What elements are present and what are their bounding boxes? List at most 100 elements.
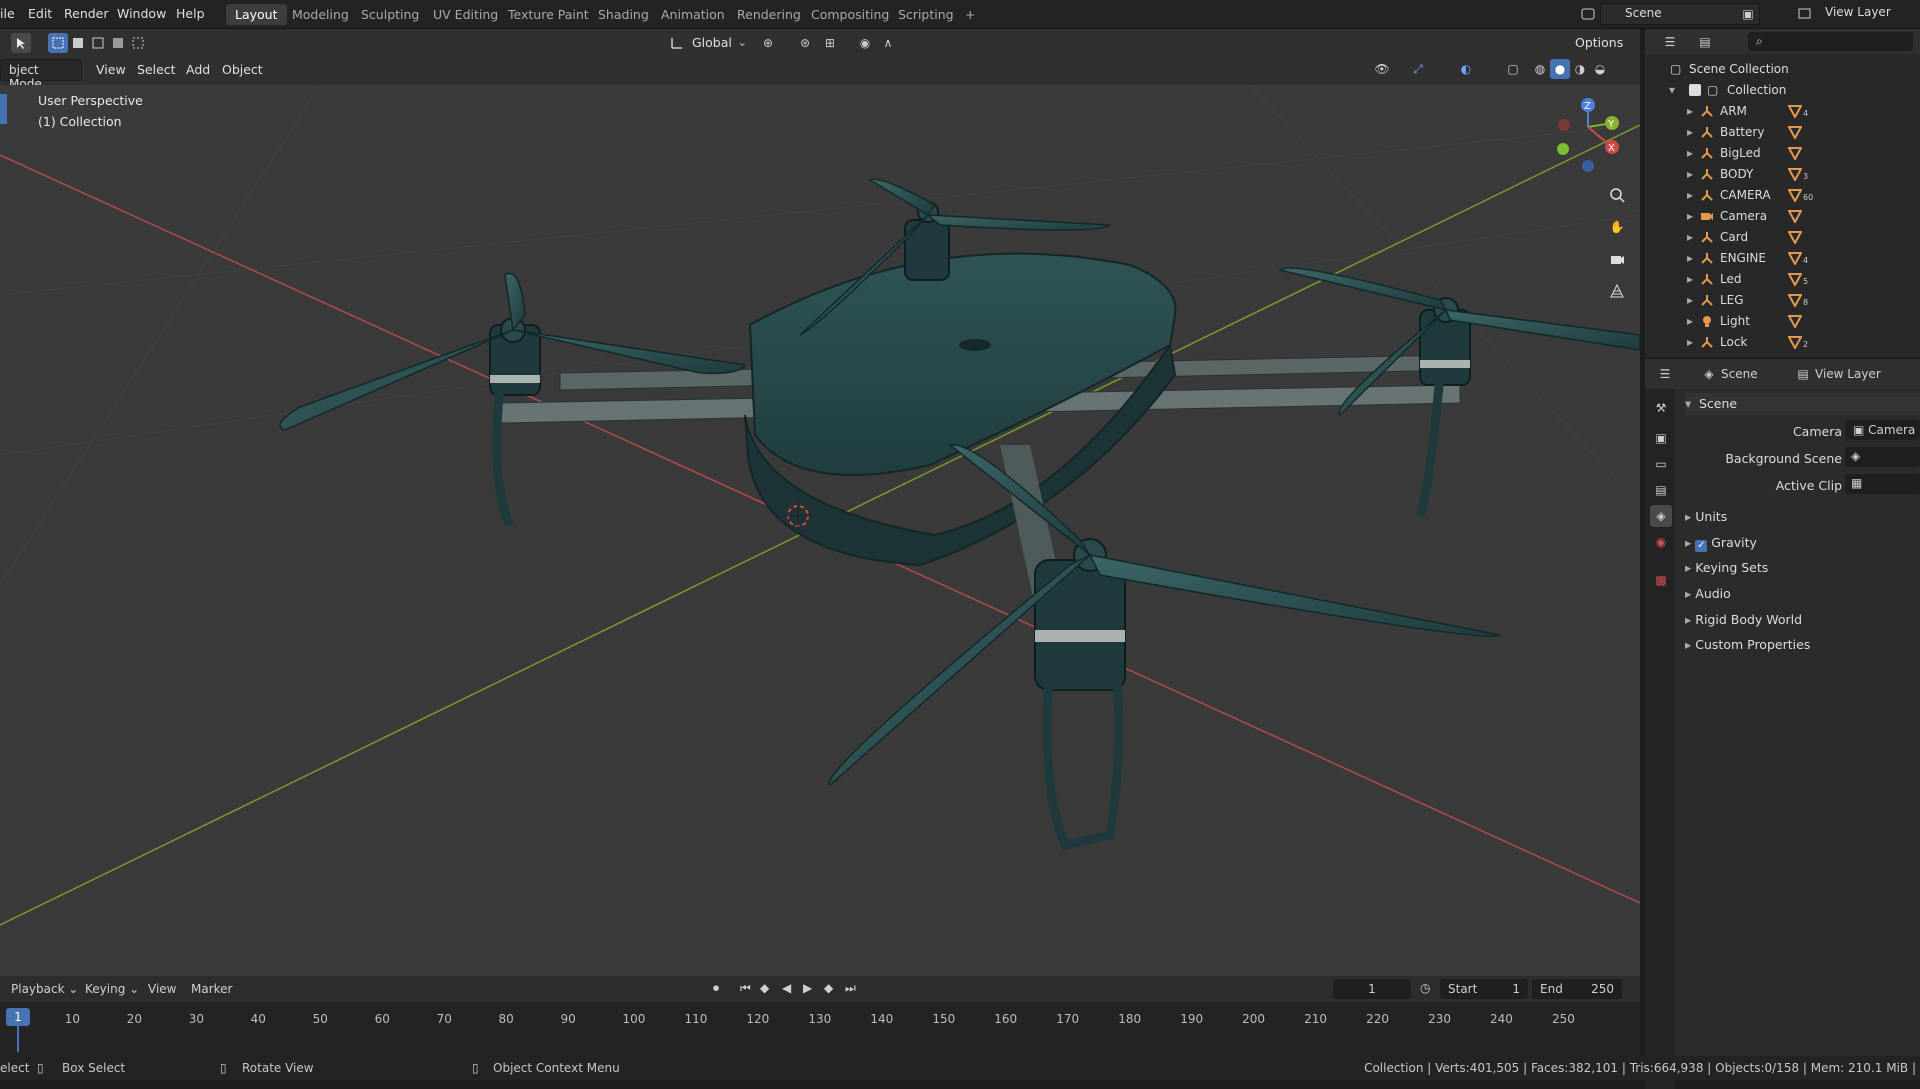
keying-sets-panel[interactable]: ▸ Keying Sets <box>1685 560 1768 575</box>
pan-hand-icon[interactable]: ✋ <box>1607 217 1627 237</box>
jump-end-icon[interactable]: ⏭ <box>845 981 856 996</box>
active-clip-field[interactable]: ▦ <box>1845 474 1920 494</box>
expand-icon[interactable]: ▸ <box>1687 293 1693 307</box>
editor-type-icon[interactable]: ☰ <box>1655 364 1675 384</box>
select-new-icon[interactable] <box>48 33 68 53</box>
jump-start-icon[interactable]: ⏮ <box>740 981 751 996</box>
pivot-point-icon[interactable]: ⊕ <box>758 33 778 53</box>
collection-row[interactable]: ▾ ▢ Collection <box>1645 80 1920 101</box>
mesh-data-icon[interactable] <box>1787 293 1803 310</box>
select-intersect-icon[interactable] <box>128 33 148 53</box>
output-tab-icon[interactable]: ▭ <box>1650 453 1672 475</box>
visibility-icon[interactable]: 👁 <box>1372 59 1392 79</box>
expand-icon[interactable]: ▸ <box>1687 335 1693 349</box>
outliner-item-lock[interactable]: ▸ Lock 2 <box>1645 332 1920 353</box>
outliner-item-arm[interactable]: ▸ ARM 4 <box>1645 101 1920 122</box>
add-workspace-button[interactable]: + <box>956 4 984 25</box>
playhead-frame[interactable]: 1 <box>6 1008 30 1026</box>
tab-texture-paint[interactable]: Texture Paint <box>499 4 598 25</box>
rendered-shading-icon[interactable]: ◒ <box>1590 59 1610 79</box>
render-tab-icon[interactable]: ▣ <box>1650 427 1672 449</box>
mesh-data-icon[interactable] <box>1787 314 1803 331</box>
outliner[interactable]: ☰ ▤ ⌕ ▢ Scene Collection ▾ ▢ Collection … <box>1645 29 1920 357</box>
tab-rendering[interactable]: Rendering <box>728 4 810 25</box>
tab-modeling[interactable]: Modeling <box>283 4 358 25</box>
outliner-item-body[interactable]: ▸ BODY 3 <box>1645 164 1920 185</box>
timeline-view-menu[interactable]: View <box>148 982 176 996</box>
menu-render[interactable]: Render <box>64 6 109 21</box>
menu-view[interactable]: View <box>96 62 126 77</box>
outliner-item-camera[interactable]: ▸ CAMERA 60 <box>1645 185 1920 206</box>
menu-help[interactable]: Help <box>176 6 205 21</box>
expand-icon[interactable]: ▸ <box>1687 188 1693 202</box>
tab-uv-editing[interactable]: UV Editing <box>424 4 507 25</box>
timeline-track[interactable] <box>0 1002 1640 1056</box>
snap-icon[interactable]: ⊛ <box>795 33 815 53</box>
transform-orientation-dropdown[interactable]: Global <box>692 35 732 50</box>
select-extend-icon[interactable] <box>68 33 88 53</box>
expand-icon[interactable]: ▸ <box>1687 209 1693 223</box>
expand-icon[interactable]: ▸ <box>1687 125 1693 139</box>
options-dropdown[interactable]: Options <box>1575 35 1623 50</box>
expand-icon[interactable]: ▸ <box>1687 230 1693 244</box>
outliner-item-battery[interactable]: ▸ Battery <box>1645 122 1920 143</box>
material-shading-icon[interactable]: ◑ <box>1570 59 1590 79</box>
tab-layout[interactable]: Layout <box>226 4 287 25</box>
solid-shading-icon[interactable]: ● <box>1550 59 1570 79</box>
expand-icon[interactable]: ▸ <box>1687 314 1693 328</box>
falloff-icon[interactable]: ∧ <box>878 33 898 53</box>
chevron-down-icon[interactable]: ⌄ <box>737 34 747 49</box>
tab-shading[interactable]: Shading <box>589 4 658 25</box>
texture-tab-icon[interactable]: ▩ <box>1650 569 1672 591</box>
audio-panel[interactable]: ▸ Audio <box>1685 586 1731 601</box>
rigid-body-world-panel[interactable]: ▸ Rigid Body World <box>1685 612 1802 627</box>
camera-field[interactable]: ▣ Camera <box>1845 420 1920 440</box>
mesh-data-icon[interactable] <box>1787 146 1803 163</box>
mesh-data-icon[interactable] <box>1787 251 1803 268</box>
mesh-data-icon[interactable] <box>1787 335 1803 352</box>
select-subtract-icon[interactable] <box>88 33 108 53</box>
proportional-editing-icon[interactable]: ◉ <box>855 33 875 53</box>
scene-collection-row[interactable]: ▢ Scene Collection <box>1645 59 1920 80</box>
start-frame-field[interactable]: Start 1 <box>1440 979 1528 999</box>
menu-add[interactable]: Add <box>186 62 210 77</box>
scene-name-field[interactable]: Scene <box>1600 3 1760 25</box>
marker-menu[interactable]: Marker <box>191 982 232 996</box>
expand-icon[interactable]: ▸ <box>1687 272 1693 286</box>
mesh-data-icon[interactable] <box>1787 167 1803 184</box>
overlay-toggle-icon[interactable]: ◐ <box>1456 59 1476 79</box>
mesh-data-icon[interactable] <box>1787 209 1803 226</box>
current-frame-field[interactable]: 1 <box>1333 979 1411 999</box>
header-scene-label[interactable]: Scene <box>1721 367 1758 381</box>
ortho-grid-icon[interactable] <box>1607 281 1627 301</box>
scene-panel-header[interactable]: ▾ Scene <box>1685 393 1920 415</box>
copy-scene-icon[interactable]: ▣ <box>1738 4 1758 24</box>
menu-window[interactable]: Window <box>117 6 166 21</box>
mesh-data-icon[interactable] <box>1787 188 1803 205</box>
outliner-search-field[interactable]: ⌕ <box>1748 32 1913 51</box>
outliner-item-leg[interactable]: ▸ LEG 8 <box>1645 290 1920 311</box>
scene-tab-icon[interactable]: ◈ <box>1650 505 1672 527</box>
wireframe-shading-icon[interactable]: ◍ <box>1530 59 1550 79</box>
checkbox-icon[interactable] <box>1689 84 1701 96</box>
view-layer-field[interactable]: View Layer <box>1815 3 1920 25</box>
tab-compositing[interactable]: Compositing <box>802 4 898 25</box>
expand-icon[interactable]: ▸ <box>1687 251 1693 265</box>
outliner-item-card[interactable]: ▸ Card <box>1645 227 1920 248</box>
view-layer-icon[interactable] <box>1795 4 1815 24</box>
next-keyframe-icon[interactable]: ◆ <box>824 981 833 995</box>
world-tab-icon[interactable]: ◉ <box>1650 531 1672 553</box>
background-scene-field[interactable]: ◈ <box>1845 447 1920 467</box>
timeline[interactable]: Playback ⌄ Keying ⌄ View Marker ⏺ ⏮ ◆ ◀ … <box>0 976 1640 1056</box>
expand-icon[interactable]: ▾ <box>1669 83 1675 97</box>
mesh-data-icon[interactable] <box>1787 272 1803 289</box>
gizmo-toggle-icon[interactable]: ⤢ <box>1408 59 1428 79</box>
properties-editor[interactable]: ☰ ◈ Scene ▤ View Layer ⚒ ▣ ▭ ▤ ◈ ◉ ▩ ▾ S… <box>1645 359 1920 1089</box>
display-mode-icon[interactable]: ▤ <box>1695 32 1715 52</box>
mesh-data-icon[interactable] <box>1787 230 1803 247</box>
editor-type-icon[interactable]: ☰ <box>1660 32 1680 52</box>
outliner-item-camera[interactable]: ▸ Camera <box>1645 206 1920 227</box>
xray-toggle-icon[interactable]: ▢ <box>1503 59 1523 79</box>
menu-file[interactable]: ile <box>0 6 15 21</box>
mode-dropdown[interactable]: bject Mode ⌄ <box>0 59 82 91</box>
